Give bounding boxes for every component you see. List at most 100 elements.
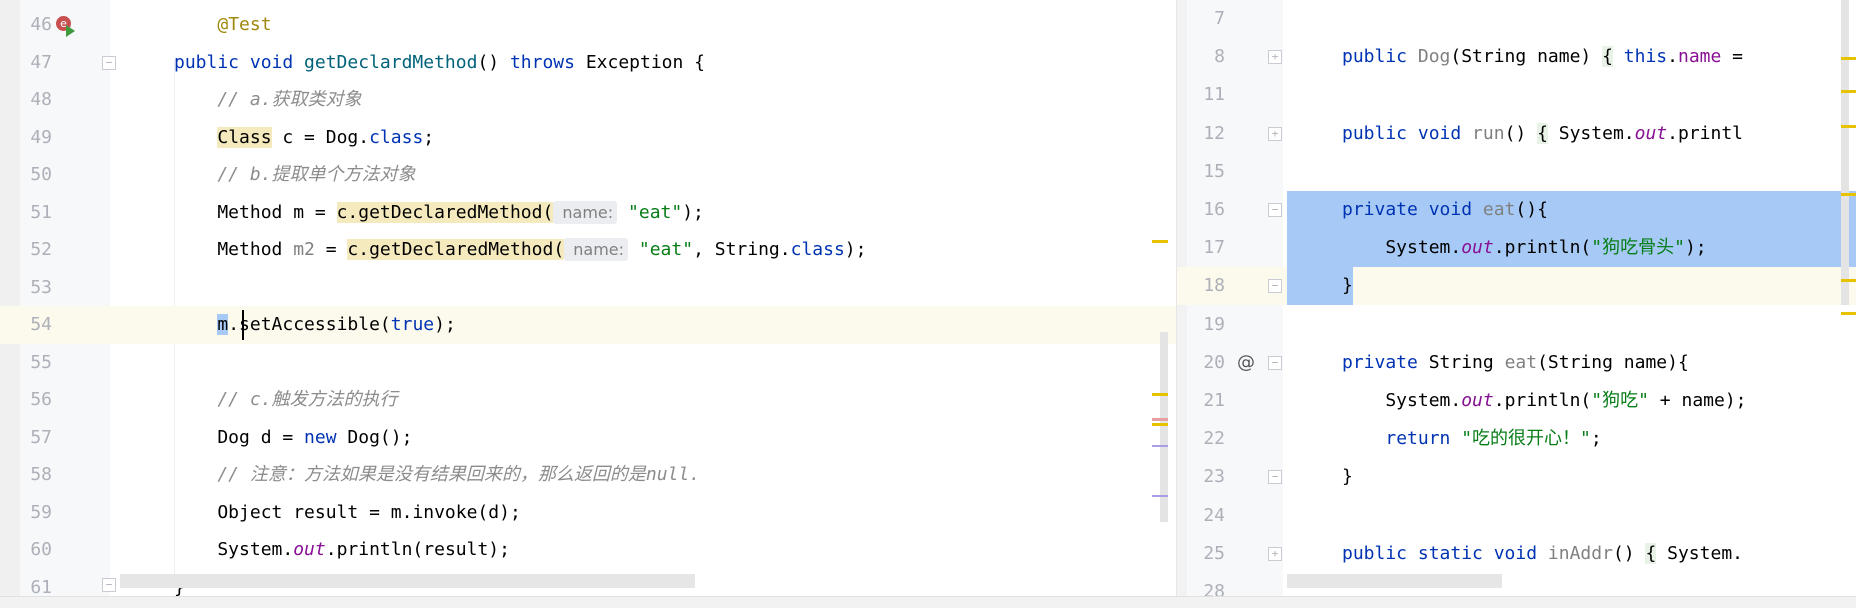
warning-marker[interactable] — [1841, 125, 1856, 128]
override-icon[interactable]: @ — [1237, 344, 1255, 382]
code-text: public void getDeclardMethod() throws Ex… — [174, 44, 705, 82]
code-token: Exception { — [585, 51, 706, 73]
code-line[interactable]: 20 @ − private String eat(String name){ — [1177, 344, 1856, 382]
line-number: 52 — [30, 239, 52, 260]
code-token: Class — [217, 126, 272, 148]
code-line[interactable]: 47 public void getDeclardMethod() throws … — [0, 44, 1176, 82]
vertical-scrollbar[interactable] — [1160, 332, 1168, 522]
code-text: Object result = m.invoke(d); — [174, 494, 520, 532]
line-number: 58 — [30, 464, 52, 485]
line-number: 50 — [30, 164, 52, 185]
code-line[interactable]: 57 Dog d = new Dog(); — [0, 419, 1176, 457]
code-line[interactable]: 53 — [0, 269, 1176, 307]
vertical-scrollbar[interactable] — [1841, 0, 1849, 305]
horizontal-scrollbar[interactable] — [1287, 574, 1502, 588]
code-line[interactable]: 7 — [1177, 0, 1856, 38]
fold-icon[interactable]: − — [102, 56, 116, 70]
line-number: 54 — [30, 314, 52, 335]
code-token: out — [1461, 390, 1494, 411]
code-line[interactable]: 15 — [1177, 153, 1856, 191]
code-line[interactable]: 48 // a.获取类对象 — [0, 81, 1176, 119]
code-line[interactable]: 21 System.out.println("狗吃" + name); — [1177, 382, 1856, 420]
code-token: // c.触发方法的执行 — [174, 389, 398, 410]
info-marker[interactable] — [1152, 495, 1168, 497]
line-number: 7 — [1214, 8, 1225, 29]
code-line[interactable]: 51 Method m = c.getDeclaredMethod( name:… — [0, 194, 1176, 232]
fold-icon[interactable]: − — [102, 578, 116, 592]
code-token: out — [1634, 122, 1668, 144]
code-token: true — [390, 314, 435, 335]
error-marker[interactable] — [1152, 418, 1168, 421]
code-text: } — [1342, 458, 1353, 496]
code-token: } — [1342, 275, 1353, 297]
run-test-icon[interactable]: e — [56, 16, 76, 37]
code-token: private — [1342, 351, 1429, 373]
warning-marker[interactable] — [1841, 90, 1856, 93]
line-number: 19 — [1203, 313, 1225, 335]
warning-marker[interactable] — [1841, 193, 1856, 196]
code-line[interactable]: 24 — [1177, 497, 1856, 535]
warning-marker[interactable] — [1152, 240, 1168, 243]
code-line[interactable]: 55 — [0, 344, 1176, 382]
code-token: // a.获取类对象 — [174, 89, 362, 110]
code-text: return "吃的很开心！"; — [1342, 420, 1602, 458]
code-line[interactable]: 28 — [1177, 573, 1856, 596]
code-line[interactable]: 11 — [1177, 76, 1856, 114]
right-editor[interactable]: 7 8 + public Dog(String name) { this.name =… — [1176, 0, 1856, 596]
code-line[interactable]: 50 // b.提取单个方法对象 — [0, 156, 1176, 194]
code-token: .printl — [1667, 122, 1743, 144]
left-editor[interactable]: 46 @Test 47 public void getDeclardMethod()… — [0, 0, 1176, 596]
code-line[interactable]: 18 −} — [1177, 267, 1856, 306]
code-token: Method m = — [174, 201, 337, 223]
expand-fold-icon[interactable]: + — [1268, 546, 1282, 561]
code-token: + name); — [1648, 390, 1747, 411]
warning-marker[interactable] — [1841, 57, 1856, 60]
code-line[interactable]: 22 return "吃的很开心！"; — [1177, 420, 1856, 458]
code-text: public void run() { System.out.printl — [1342, 115, 1743, 153]
warning-marker[interactable] — [1152, 393, 1168, 396]
warning-marker[interactable] — [1841, 279, 1856, 282]
code-token: ); — [434, 314, 456, 335]
expand-fold-icon[interactable]: + — [1268, 126, 1282, 141]
code-token: public void — [1342, 122, 1473, 144]
line-number: 51 — [30, 201, 52, 223]
code-token: c = Dog. — [271, 126, 370, 148]
code-line[interactable]: 19 — [1177, 306, 1856, 344]
code-line[interactable]: 25 + public static void inAddr() { System. — [1177, 535, 1856, 573]
expand-fold-icon[interactable]: + — [1268, 50, 1282, 65]
info-marker[interactable] — [1152, 445, 1168, 447]
code-line[interactable]: 52 Method m2 = c.getDeclaredMethod( name… — [0, 231, 1176, 269]
code-line[interactable]: 56 // c.触发方法的执行 — [0, 381, 1176, 419]
code-token: ; — [1590, 428, 1602, 450]
code-line[interactable]: 60 System.out.println(result); — [0, 531, 1176, 569]
line-number: 59 — [30, 501, 52, 523]
code-line[interactable]: 12 + public void run() { System.out.printl — [1177, 115, 1856, 153]
line-number: 22 — [1203, 428, 1225, 450]
code-line[interactable]: 8 + public Dog(String name) { this.name = — [1177, 38, 1856, 76]
line-number: 21 — [1203, 390, 1225, 411]
collapse-fold-icon[interactable]: − — [1268, 470, 1282, 485]
code-token: () — [1612, 542, 1646, 564]
code-token: (String name){ — [1537, 351, 1689, 373]
warning-marker[interactable] — [1841, 312, 1856, 315]
code-line[interactable]: 49 Class c = Dog.class; — [0, 119, 1176, 157]
code-token: this — [1623, 46, 1668, 68]
code-line[interactable]: 59 Object result = m.invoke(d); — [0, 494, 1176, 532]
collapse-fold-icon[interactable]: − — [1268, 203, 1282, 217]
code-text: public Dog(String name) { this.name = — [1342, 38, 1754, 76]
code-line[interactable]: 58 // 注意：方法如果是没有结果回来的，那么返回的是null. — [0, 456, 1176, 494]
warning-marker[interactable] — [1152, 423, 1168, 426]
code-line[interactable]: 16 − private void eat(){ — [1177, 191, 1856, 229]
code-line[interactable]: 46 @Test — [0, 6, 1176, 44]
code-line[interactable]: 54 m.setAccessible(true); — [0, 306, 1176, 344]
code-token: Dog d = — [174, 426, 305, 448]
code-token: (){ — [1515, 199, 1548, 220]
collapse-fold-icon[interactable]: − — [1268, 355, 1282, 370]
horizontal-scrollbar[interactable] — [120, 574, 695, 588]
code-line[interactable]: 23 −} — [1177, 458, 1856, 496]
collapse-fold-icon[interactable]: − — [1268, 279, 1282, 294]
code-token: , String. — [693, 239, 791, 260]
line-number: 48 — [30, 89, 52, 110]
code-line[interactable]: 17 System.out.println("狗吃骨头"); — [1177, 229, 1856, 268]
